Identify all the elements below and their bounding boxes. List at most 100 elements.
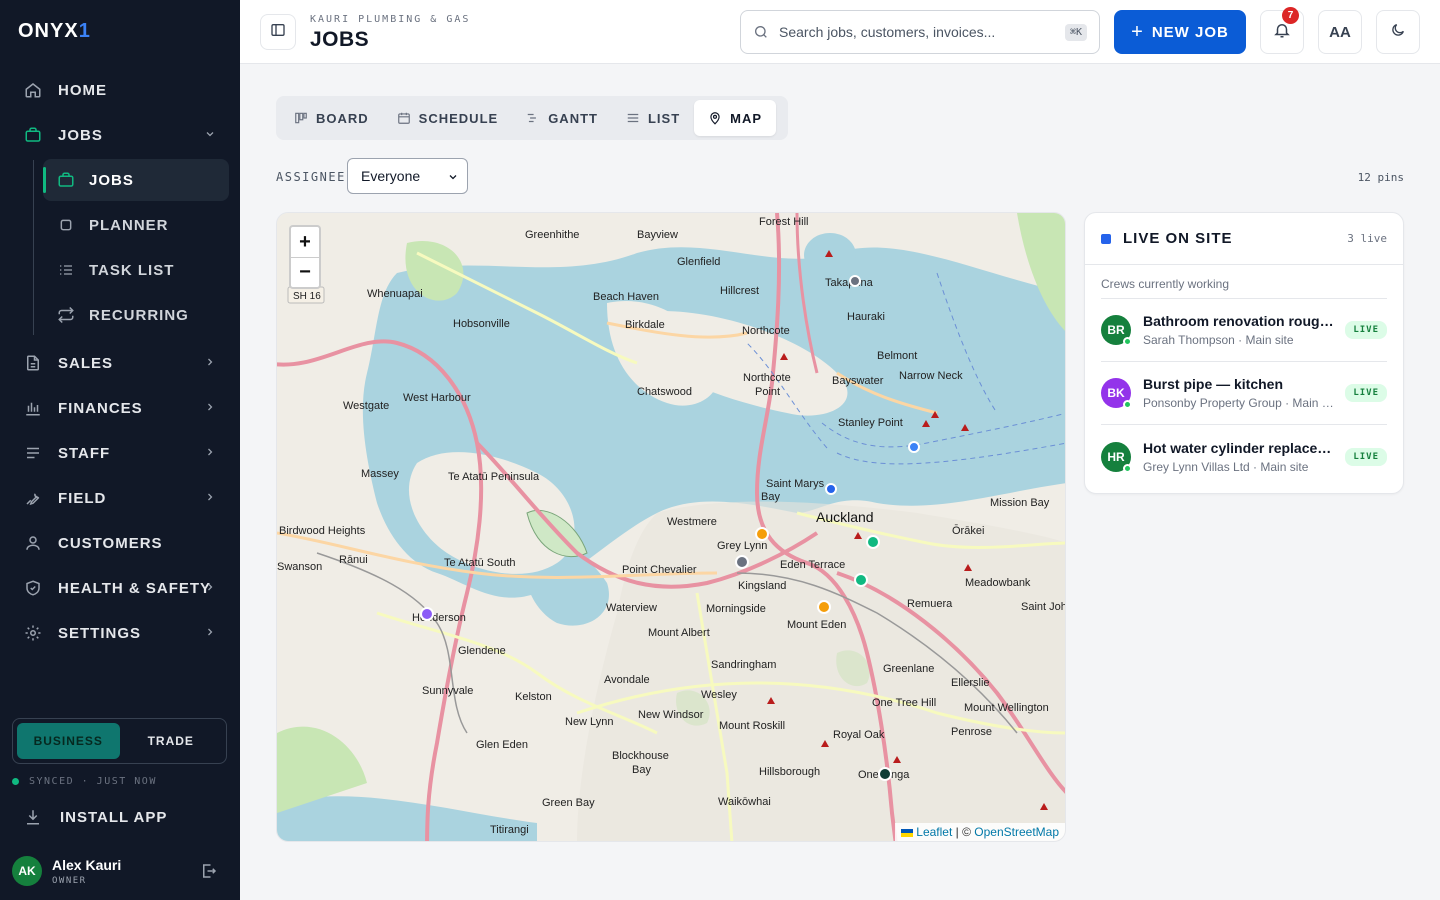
moon-icon (1390, 22, 1406, 43)
search-icon (753, 24, 769, 40)
status-badge: LIVE (1345, 384, 1387, 402)
ukraine-flag-icon (901, 828, 914, 837)
app-logo[interactable]: ONYX1 (18, 20, 91, 43)
sidebar-item-staff[interactable]: STAFF (12, 433, 228, 473)
tab-list[interactable]: LIST (612, 100, 694, 136)
sidebar-item-label: SALES (58, 354, 114, 372)
live-panel-header: LIVE ON SITE 3 live (1085, 213, 1403, 265)
tab-gantt[interactable]: GANTT (512, 100, 612, 136)
map-pin-4[interactable] (735, 555, 749, 569)
sidebar-item-jobs[interactable]: JOBS (12, 115, 228, 155)
map-tiles[interactable]: Forest Hill Greenhithe Bayview Glenfield… (277, 213, 1066, 842)
user-role: OWNER (52, 875, 87, 886)
svg-text:Point: Point (755, 386, 780, 398)
svg-text:Forest Hill: Forest Hill (759, 216, 809, 228)
map-pin-3[interactable] (755, 527, 769, 541)
map-pin-8[interactable] (420, 607, 434, 621)
document-icon (24, 354, 42, 372)
sidebar-subitem-recurring[interactable]: RECURRING (43, 294, 229, 336)
svg-text:Hillcrest: Hillcrest (720, 285, 759, 297)
sidebar-subitem-jobs[interactable]: JOBS (43, 159, 229, 201)
tab-schedule[interactable]: SCHEDULE (383, 100, 513, 136)
svg-text:Te Atatū Peninsula: Te Atatū Peninsula (448, 471, 540, 483)
svg-text:Saint Marys: Saint Marys (766, 478, 825, 490)
chevron-right-icon (204, 580, 216, 597)
svg-text:Chatswood: Chatswood (637, 386, 692, 398)
map-pin-5[interactable] (866, 535, 880, 549)
svg-text:Titirangi: Titirangi (490, 824, 529, 836)
board-icon (294, 111, 308, 125)
user-profile[interactable]: AK Alex Kauri OWNER (12, 856, 121, 886)
svg-text:Glenfield: Glenfield (677, 256, 720, 268)
sidebar-subitem-task-list[interactable]: TASK LIST (43, 249, 229, 291)
sidebar-item-home[interactable]: HOME (12, 70, 228, 110)
crew-item[interactable]: HR Hot water cylinder replacement Grey L… (1101, 425, 1387, 488)
online-dot-icon (1123, 400, 1132, 409)
sidebar-item-finances[interactable]: FINANCES (12, 388, 228, 428)
font-size-label: AA (1329, 23, 1351, 41)
bell-icon (1273, 21, 1291, 44)
install-app-button[interactable]: INSTALL APP (24, 808, 167, 826)
sidebar-item-label: SETTINGS (58, 624, 142, 642)
svg-text:Stanley Point: Stanley Point (838, 417, 903, 429)
svg-text:Avondale: Avondale (604, 674, 650, 686)
svg-text:Rānui: Rānui (339, 554, 368, 566)
font-size-button[interactable]: AA (1318, 10, 1362, 54)
live-count: 3 live (1347, 232, 1387, 245)
svg-text:Eden Terrace: Eden Terrace (780, 559, 845, 571)
svg-text:Greenhithe: Greenhithe (525, 229, 579, 241)
leaflet-link[interactable]: Leaflet (916, 825, 952, 839)
sidebar-item-customers[interactable]: CUSTOMERS (12, 523, 228, 563)
assignee-select[interactable]: Everyone (347, 158, 468, 194)
svg-text:Northcote: Northcote (743, 372, 791, 384)
logout-icon[interactable] (200, 862, 218, 885)
svg-text:Remuera: Remuera (907, 598, 953, 610)
crew-job-title: Bathroom renovation rough-in (1143, 313, 1337, 329)
sidebar-item-health-safety[interactable]: HEALTH & SAFETY (12, 568, 228, 608)
briefcase-icon (24, 126, 42, 144)
zoom-in-button[interactable]: + (291, 227, 319, 257)
map-pin-0[interactable] (849, 275, 861, 287)
sync-status-text: SYNCED · JUST NOW (29, 776, 157, 787)
sidebar-item-field[interactable]: FIELD (12, 478, 228, 518)
new-job-button[interactable]: + NEW JOB (1114, 10, 1246, 54)
sidebar-item-sales[interactable]: SALES (12, 343, 228, 383)
svg-text:Swanson: Swanson (277, 561, 322, 573)
map-pin-7[interactable] (817, 600, 831, 614)
crew-item[interactable]: BK Burst pipe — kitchen Ponsonby Propert… (1101, 362, 1387, 425)
svg-text:One Tree Hill: One Tree Hill (872, 697, 936, 709)
map-attribution: Leaflet | © OpenStreetMap (895, 823, 1065, 841)
openstreetmap-link[interactable]: OpenStreetMap (974, 825, 1059, 839)
tab-label: GANTT (548, 110, 598, 126)
svg-text:Mount Eden: Mount Eden (787, 619, 846, 631)
tab-map[interactable]: MAP (694, 100, 777, 136)
svg-text:Bayswater: Bayswater (832, 375, 884, 387)
jobs-map[interactable]: Forest Hill Greenhithe Bayview Glenfield… (276, 212, 1066, 842)
wrench-icon (24, 489, 42, 507)
map-pin-icon (708, 111, 722, 125)
map-pin-9[interactable] (878, 767, 892, 781)
mode-option-business[interactable]: BUSINESS (17, 723, 120, 759)
crew-job-meta: Ponsonby Property Group · Main site (1143, 396, 1337, 410)
crew-item[interactable]: BR Bathroom renovation rough-in Sarah Th… (1101, 299, 1387, 362)
svg-text:Kingsland: Kingsland (738, 580, 786, 592)
zoom-out-button[interactable]: − (291, 257, 319, 287)
tab-label: SCHEDULE (418, 110, 499, 126)
chevron-right-icon (204, 625, 216, 642)
map-pin-1[interactable] (908, 441, 920, 453)
chevron-down-icon (204, 127, 216, 144)
mode-option-trade[interactable]: TRADE (120, 723, 223, 759)
map-pin-6[interactable] (854, 573, 868, 587)
tab-board[interactable]: BOARD (280, 100, 383, 136)
sidebar-item-settings[interactable]: SETTINGS (12, 613, 228, 653)
sidebar-subitem-planner[interactable]: PLANNER (43, 204, 229, 246)
theme-toggle-button[interactable] (1376, 10, 1420, 54)
map-pin-2[interactable] (825, 483, 837, 495)
briefcase-icon (57, 171, 75, 189)
sidebar-toggle-button[interactable] (260, 14, 296, 50)
notifications-button[interactable]: 7 (1260, 7, 1304, 54)
user-name: Alex Kauri (52, 856, 122, 873)
sidebar-item-label: FINANCES (58, 399, 143, 417)
search-input[interactable] (779, 24, 1065, 40)
svg-text:Hauraki: Hauraki (847, 311, 885, 323)
